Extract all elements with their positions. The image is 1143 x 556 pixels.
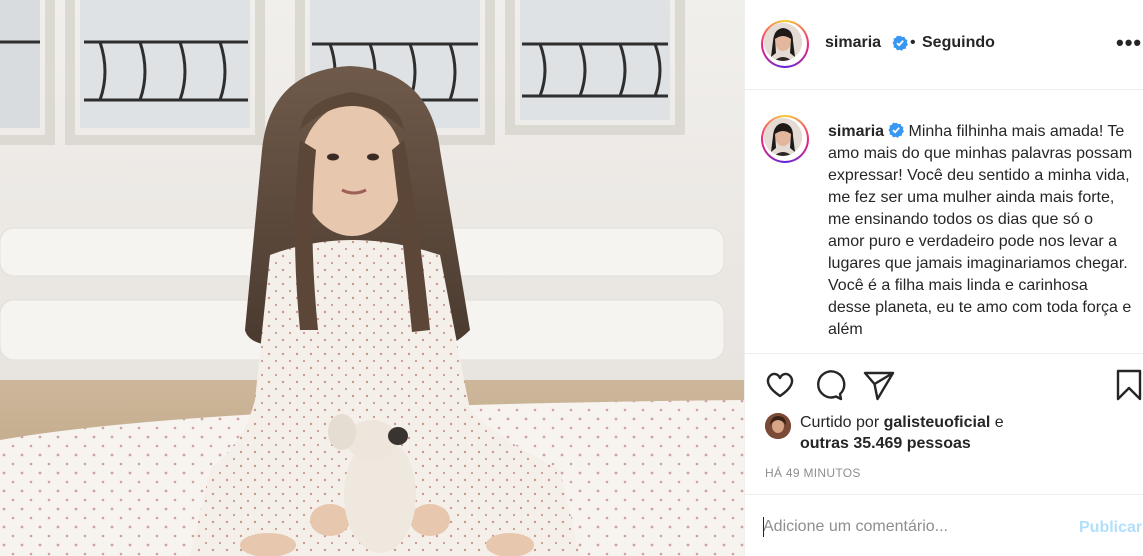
- following-button[interactable]: Seguindo: [922, 34, 995, 52]
- bookmark-icon[interactable]: [1112, 368, 1143, 402]
- comment-icon[interactable]: [812, 368, 846, 402]
- verified-badge-icon: [892, 35, 908, 51]
- caption-text-block: simaria Minha filhinha mais amada! Te am…: [828, 121, 1133, 341]
- heart-icon[interactable]: [763, 368, 797, 402]
- post-photo[interactable]: [0, 0, 744, 556]
- post-header: simaria • Seguindo •••: [745, 0, 1143, 90]
- likes-summary: Curtido por galisteuoficial e outras 35.…: [765, 410, 1135, 462]
- action-bar: [745, 366, 1143, 406]
- avatar-photo: [764, 23, 802, 61]
- caption-avatar[interactable]: [761, 115, 809, 163]
- liked-by-line: Curtido por galisteuoficial e: [800, 412, 1004, 434]
- author-avatar[interactable]: [761, 20, 809, 68]
- post-image: [0, 0, 744, 556]
- liked-by-prefix: Curtido por: [800, 414, 880, 431]
- text-cursor: [763, 517, 764, 537]
- comment-input[interactable]: [763, 515, 1063, 539]
- caption-username[interactable]: simaria: [828, 123, 884, 140]
- separator-dot: •: [910, 34, 916, 51]
- author-username[interactable]: simaria: [825, 34, 881, 52]
- publish-button[interactable]: Publicar: [1079, 519, 1142, 537]
- caption-text: Minha filhinha mais amada! Te amo mais d…: [828, 123, 1133, 338]
- post-timestamp[interactable]: HÁ 49 MINUTOS: [765, 466, 861, 480]
- avatar-photo: [764, 118, 802, 156]
- liker-username[interactable]: galisteuoficial: [884, 414, 991, 431]
- liked-by-joiner: e: [994, 414, 1004, 431]
- caption-area: simaria Minha filhinha mais amada! Te am…: [745, 90, 1143, 354]
- verified-badge-icon: [888, 122, 904, 138]
- liker-avatar[interactable]: [765, 413, 791, 439]
- more-options-icon[interactable]: •••: [1116, 32, 1142, 54]
- post-sidebar: simaria • Seguindo ••• simaria Minha fil…: [744, 0, 1143, 556]
- paper-plane-icon[interactable]: [862, 368, 896, 402]
- others-likes-link[interactable]: outras 35.469 pessoas: [800, 433, 971, 455]
- comment-box: Publicar: [745, 494, 1143, 556]
